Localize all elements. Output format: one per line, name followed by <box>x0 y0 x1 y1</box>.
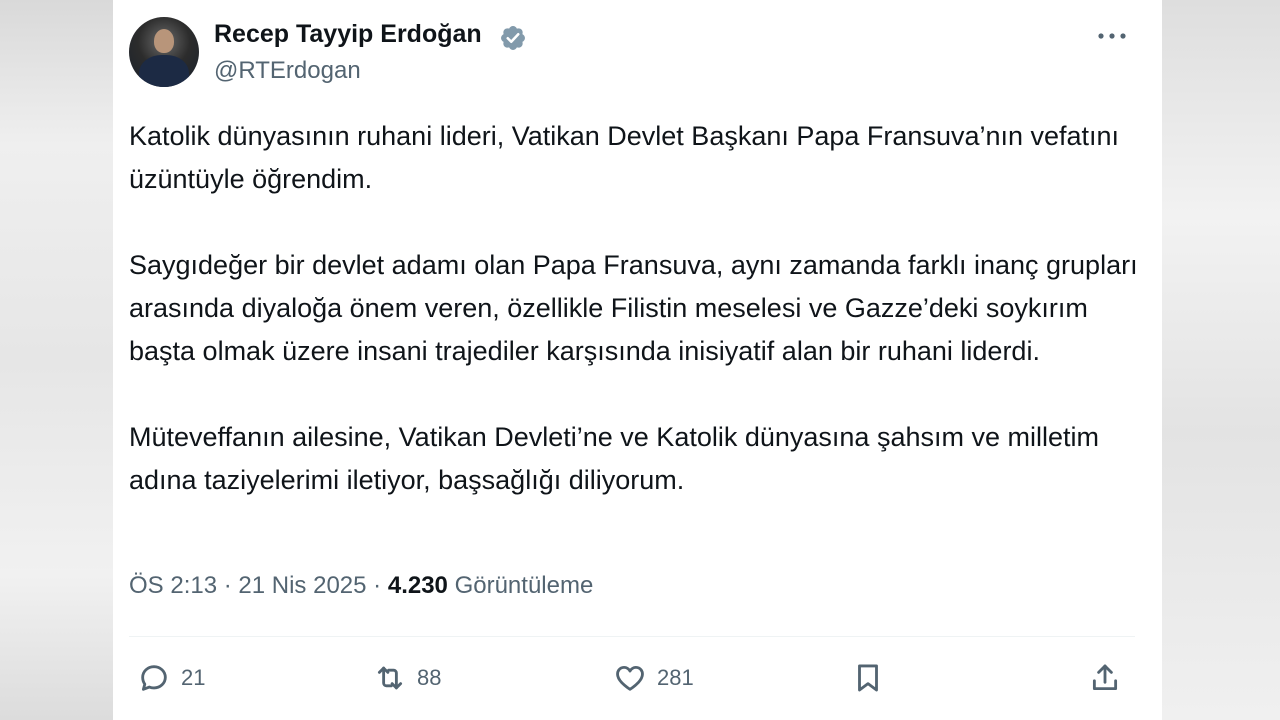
heart-icon <box>616 665 644 691</box>
bookmark-button[interactable] <box>851 660 885 696</box>
divider <box>129 636 1135 637</box>
views-count: 4.230 <box>387 572 448 599</box>
repost-arrows-icon <box>377 666 403 690</box>
author-display-name[interactable]: Recep Tayyip Erdoğan <box>214 20 482 49</box>
more-options-button[interactable] <box>1095 22 1129 50</box>
more-dots-icon <box>1098 33 1126 39</box>
avatar-body <box>139 55 189 87</box>
tweet-time[interactable]: ÖS 2:13 <box>129 572 217 599</box>
tweet-paragraph: Müteveffanın ailesine, Vatikan Devleti’n… <box>129 422 1099 495</box>
avatar[interactable] <box>129 17 199 87</box>
like-count: 281 <box>657 665 694 690</box>
meta-separator: · <box>223 572 232 599</box>
share-button[interactable] <box>1088 660 1122 696</box>
author-handle[interactable]: @RTErdogan <box>214 57 361 85</box>
reply-count: 21 <box>181 665 206 690</box>
reply-button[interactable]: 21 <box>137 660 205 696</box>
repost-button[interactable]: 88 <box>373 660 441 696</box>
avatar-head <box>154 29 174 53</box>
views-label: Görüntüleme <box>454 572 594 599</box>
tweet-paragraph: Saygıdeğer bir devlet adamı olan Papa Fr… <box>129 250 1138 366</box>
like-button[interactable]: 281 <box>613 660 694 696</box>
verified-badge-icon <box>501 26 525 50</box>
bookmark-icon <box>858 664 878 692</box>
tweet-meta: ÖS 2:13 · 21 Nis 2025 · 4.230 Görüntülem… <box>129 572 593 600</box>
background-blur-left <box>0 0 113 720</box>
background-blur-right <box>1162 0 1280 720</box>
reply-bubble-icon <box>141 665 167 691</box>
repost-count: 88 <box>417 665 442 690</box>
share-upload-icon <box>1092 664 1118 691</box>
tweet-card: Recep Tayyip Erdoğan @RTErdogan Katolik … <box>113 0 1162 720</box>
tweet-text: Katolik dünyasının ruhani lideri, Vatika… <box>129 115 1139 545</box>
tweet-date[interactable]: 21 Nis 2025 <box>238 572 366 599</box>
meta-separator: · <box>373 572 382 599</box>
tweet-paragraph: Katolik dünyasının ruhani lideri, Vatika… <box>129 121 1120 194</box>
